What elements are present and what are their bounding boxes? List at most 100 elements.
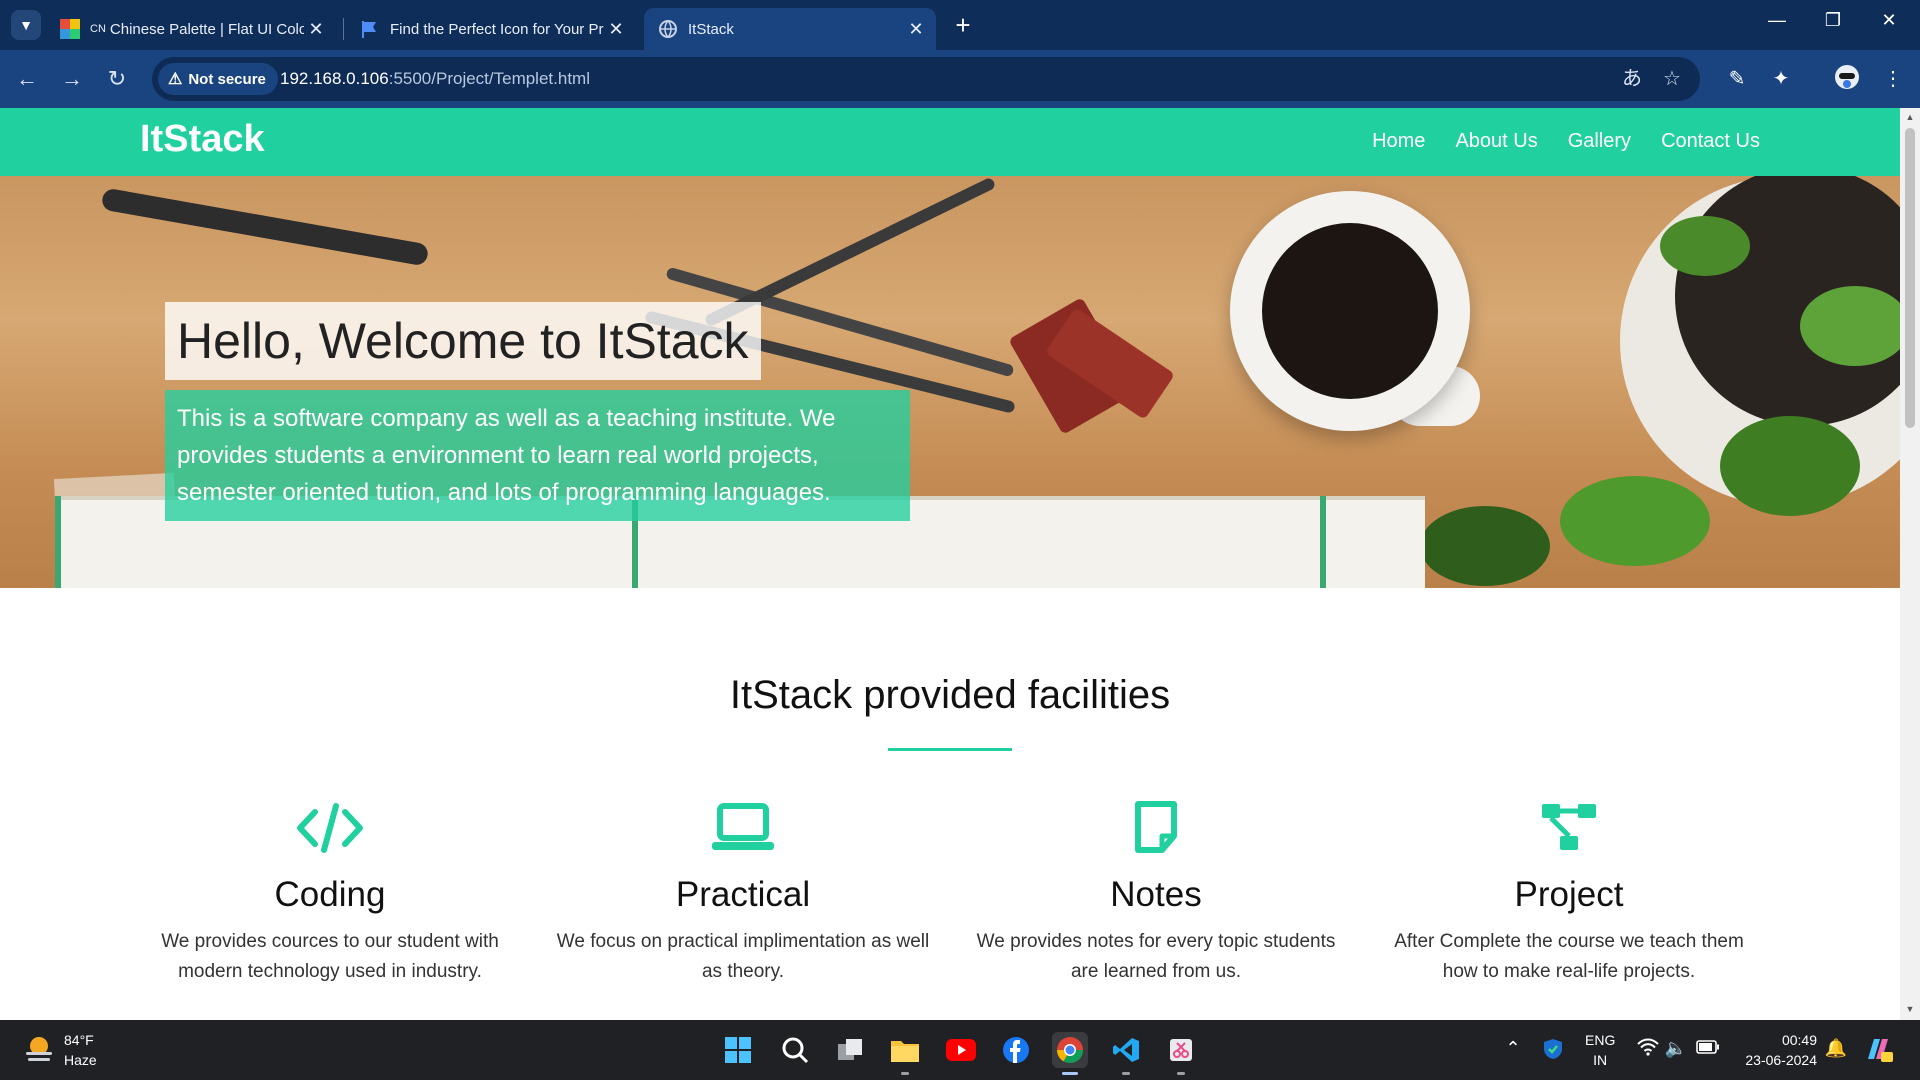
- code-icon: [297, 803, 363, 853]
- notebook-edge: [55, 496, 61, 588]
- close-window-icon[interactable]: ✕: [1874, 10, 1904, 31]
- address-bar[interactable]: ⚠ Not secure 192.168.0.106:5500/Project/…: [152, 57, 1700, 101]
- forward-arrow-icon[interactable]: →: [57, 64, 87, 94]
- tab-find-icon[interactable]: Find the Perfect Icon for Your Project ✕: [346, 8, 636, 50]
- restore-icon[interactable]: ❐: [1818, 10, 1848, 31]
- facility-description: We focus on practical implimentation as …: [556, 931, 930, 982]
- back-arrow-icon[interactable]: ←: [12, 64, 42, 94]
- url-text[interactable]: 192.168.0.106:5500/Project/Templet.html: [280, 69, 590, 89]
- facility-title: Practical: [675, 875, 811, 914]
- hero-title: Hello, Welcome to ItStack: [177, 313, 749, 369]
- leaf-image: [1660, 216, 1750, 276]
- facility-card-notes: Notes We provides notes for every topic …: [966, 798, 1346, 987]
- start-windows-icon[interactable]: [720, 1032, 756, 1068]
- new-tab-button[interactable]: +: [950, 12, 976, 38]
- page-scrollbar[interactable]: ▲ ▼: [1900, 108, 1920, 1020]
- tab-chinese-palette[interactable]: CN Chinese Palette | Flat UI Colors ✕: [46, 8, 336, 50]
- tab-cn-prefix: CN: [90, 23, 106, 35]
- scroll-up-icon[interactable]: ▲: [1904, 112, 1916, 122]
- search-icon[interactable]: [777, 1032, 813, 1068]
- facility-card-project: Project After Complete the course we tea…: [1379, 798, 1759, 987]
- site-navbar: ItStack Home About Us Gallery Contact Us: [0, 108, 1900, 176]
- nav-home[interactable]: Home: [1372, 130, 1425, 153]
- running-indicator: [1122, 1072, 1130, 1075]
- notebook-edge: [1320, 496, 1326, 588]
- facility-description: We provides notes for every topic studen…: [976, 931, 1336, 982]
- extensions-puzzle-icon[interactable]: ✦: [1766, 64, 1796, 94]
- translate-icon[interactable]: あ: [1620, 67, 1644, 91]
- vscode-icon[interactable]: [1108, 1032, 1144, 1075]
- volume-icon[interactable]: 🔈: [1664, 1038, 1688, 1059]
- scroll-down-icon[interactable]: ▼: [1904, 1004, 1916, 1014]
- security-label: Not secure: [188, 70, 266, 88]
- nav-links: Home About Us Gallery Contact Us: [1372, 130, 1760, 153]
- facility-card-practical: Practical We focus on practical implimen…: [553, 798, 933, 987]
- minimize-icon[interactable]: —: [1762, 10, 1792, 31]
- browser-toolbar: ← → ↻ ⚠ Not secure 192.168.0.106:5500/Pr…: [0, 50, 1920, 108]
- tab-search-button[interactable]: ▼: [11, 10, 41, 40]
- wifi-icon[interactable]: [1636, 1038, 1660, 1061]
- site-security-chip[interactable]: ⚠ Not secure: [158, 63, 278, 95]
- site-brand[interactable]: ItStack: [140, 118, 265, 161]
- system-clock[interactable]: 00:49 23-06-2024: [1735, 1030, 1817, 1070]
- facility-title: Project: [1514, 875, 1624, 914]
- warning-triangle-icon: ⚠: [168, 71, 183, 88]
- flag-favicon-icon: [362, 21, 376, 38]
- url-host: 192.168.0.106: [280, 69, 389, 88]
- chrome-icon[interactable]: [1052, 1032, 1088, 1075]
- heading-underline: [888, 748, 1012, 751]
- hero-banner: [0, 176, 1900, 588]
- weather-description: Haze: [64, 1052, 97, 1068]
- url-path: :5500/Project/Templet.html: [388, 69, 590, 88]
- tab-title: ItStack: [688, 20, 734, 38]
- copilot-icon[interactable]: [1862, 1034, 1894, 1069]
- note-icon: [1135, 801, 1177, 853]
- hero-title-box: Hello, Welcome to ItStack: [165, 302, 761, 380]
- reload-icon[interactable]: ↻: [102, 64, 132, 94]
- coffee-image: [1262, 223, 1438, 399]
- chevron-down-icon: ▼: [19, 17, 33, 33]
- hero-description: This is a software company as well as a …: [177, 405, 836, 506]
- facility-description: We provides cources to our student with …: [161, 931, 499, 982]
- extension-pen-icon[interactable]: ✎: [1722, 64, 1752, 94]
- hero-text-box: This is a software company as well as a …: [165, 390, 910, 521]
- task-view-icon[interactable]: [832, 1032, 868, 1068]
- input-language[interactable]: ENG IN: [1585, 1030, 1615, 1070]
- tab-itstack[interactable]: ItStack ✕: [644, 8, 936, 50]
- bookmark-star-icon[interactable]: ☆: [1660, 67, 1684, 91]
- show-hidden-icons-chevron-icon[interactable]: ⌃: [1502, 1038, 1524, 1059]
- weather-temperature: 84°F: [64, 1032, 94, 1048]
- close-tab-icon[interactable]: ✕: [304, 19, 328, 40]
- tab-strip: ▼ CN Chinese Palette | Flat UI Colors ✕ …: [0, 0, 1920, 50]
- region-code: IN: [1593, 1052, 1608, 1068]
- profile-avatar-icon[interactable]: [1832, 64, 1862, 94]
- windows-security-shield-icon[interactable]: [1540, 1038, 1566, 1065]
- leaf-image: [1800, 286, 1900, 366]
- facility-title: Coding: [274, 875, 386, 914]
- youtube-icon[interactable]: [943, 1032, 979, 1068]
- close-tab-icon[interactable]: ✕: [604, 19, 628, 40]
- menu-kebab-icon[interactable]: ⋮: [1878, 64, 1908, 94]
- facebook-icon[interactable]: [998, 1032, 1034, 1068]
- scroll-thumb[interactable]: [1905, 128, 1915, 428]
- page-viewport: ItStack Home About Us Gallery Contact Us: [0, 108, 1900, 1020]
- notification-bell-icon[interactable]: 🔔: [1824, 1038, 1848, 1059]
- nav-about-us[interactable]: About Us: [1455, 130, 1537, 153]
- diagram-project-icon: [1542, 804, 1596, 850]
- facility-description: After Complete the course we teach them …: [1394, 931, 1744, 982]
- windows-taskbar: 84°F Haze ⌃ ENG IN 🔈 00:49 23-06-2024 🔔: [0, 1020, 1920, 1080]
- weather-haze-icon[interactable]: [22, 1032, 56, 1066]
- facilities-heading: ItStack provided facilities: [729, 673, 1171, 717]
- close-tab-icon[interactable]: ✕: [904, 19, 928, 40]
- facility-card-coding: Coding We provides cources to our studen…: [140, 798, 520, 987]
- nav-contact-us[interactable]: Contact Us: [1661, 130, 1760, 153]
- battery-icon[interactable]: [1694, 1038, 1722, 1059]
- leaf-image: [1560, 476, 1710, 566]
- nav-gallery[interactable]: Gallery: [1568, 130, 1631, 153]
- snipping-tool-icon[interactable]: [1163, 1032, 1199, 1075]
- leaf-image: [1420, 506, 1550, 586]
- binder-clip-image: [100, 187, 430, 267]
- weather-widget[interactable]: 84°F Haze: [64, 1030, 97, 1070]
- clock-date: 23-06-2024: [1745, 1052, 1817, 1068]
- file-explorer-icon[interactable]: [887, 1032, 923, 1075]
